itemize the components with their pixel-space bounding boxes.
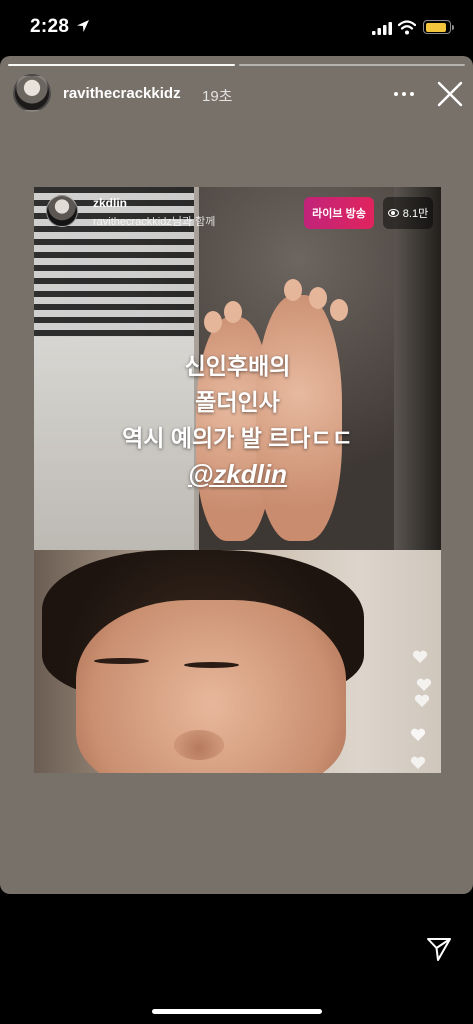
heart-icon <box>416 678 432 691</box>
heart-icon <box>414 694 430 707</box>
heart-icon <box>410 728 426 741</box>
viewer-count: 8.1만 <box>402 208 429 220</box>
live-top-video: zkdlin ravithecrackkidz님과 함께 라이브 방송 8.1만… <box>34 187 441 550</box>
story-frame[interactable]: ravithecrackkidz 19초 zkdlin ravithecrack… <box>0 56 473 894</box>
story-timestamp: 19초 <box>202 88 233 105</box>
home-indicator[interactable] <box>152 1009 322 1014</box>
eye-shape <box>94 658 149 664</box>
viewer-count-badge: 8.1만 <box>383 197 433 229</box>
toe-shape <box>224 301 242 323</box>
more-dot-icon <box>394 92 398 96</box>
live-host-avatar <box>46 195 78 227</box>
floating-hearts <box>410 650 440 773</box>
live-badge: 라이브 방송 <box>304 197 374 229</box>
battery-nub <box>451 24 454 30</box>
toe-shape <box>204 311 222 333</box>
battery-level <box>425 22 447 32</box>
caption-line-1: 신인후배의 <box>184 353 291 379</box>
toe-shape <box>309 287 327 309</box>
more-options-button[interactable] <box>390 83 418 105</box>
mention-link[interactable]: @zkdlin <box>34 459 441 490</box>
caption-line-2: 폴더인사 <box>195 389 280 415</box>
live-bottom-video <box>34 550 441 773</box>
battery-icon <box>423 20 454 34</box>
live-guest-text: ravithecrackkidz님과 함께 <box>93 216 216 228</box>
story-username[interactable]: ravithecrackkidz <box>63 85 181 102</box>
nose-shape <box>174 730 224 760</box>
user-avatar[interactable] <box>13 74 51 112</box>
cellular-signal-icon <box>372 22 392 35</box>
paper-plane-icon[interactable] <box>426 936 452 962</box>
close-icon[interactable] <box>434 78 466 110</box>
toe-shape <box>284 279 302 301</box>
progress-segment <box>8 64 235 66</box>
live-host-name: zkdlin <box>93 196 128 210</box>
story-progress-bar <box>8 64 465 66</box>
toe-shape <box>330 299 348 321</box>
caption-line-3: 역시 예의가 발 르다ㄷㄷ <box>122 425 353 451</box>
eye-icon <box>387 209 399 217</box>
eye-shape <box>184 662 239 668</box>
more-dot-icon <box>402 92 406 96</box>
more-dot-icon <box>410 92 414 96</box>
status-bar: 2:28 <box>0 0 473 56</box>
status-time: 2:28 <box>30 16 70 37</box>
heart-icon <box>410 756 426 769</box>
wifi-icon <box>398 20 416 35</box>
heart-icon <box>412 650 428 663</box>
embedded-live-screenshot: zkdlin ravithecrackkidz님과 함께 라이브 방송 8.1만… <box>34 187 441 773</box>
location-arrow-icon <box>77 20 89 32</box>
progress-segment <box>238 64 465 66</box>
foot-image <box>256 295 342 541</box>
